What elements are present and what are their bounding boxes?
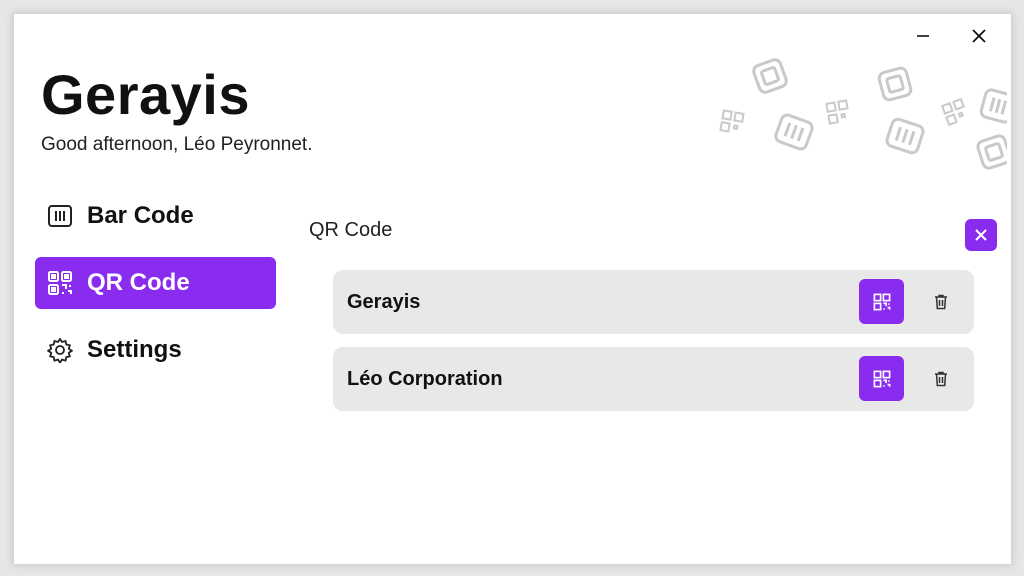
- close-icon: [972, 29, 986, 43]
- barcode-icon: [47, 203, 73, 229]
- sidebar-nav: Bar Code QR Code Settings: [35, 190, 276, 391]
- greeting-text: Good afternoon, Léo Peyronnet.: [41, 134, 313, 155]
- app-title: Gerayis: [41, 63, 250, 126]
- close-icon: [975, 229, 987, 241]
- close-window-button[interactable]: [959, 22, 999, 50]
- saved-qr-list: Gerayis Léo Corporation: [333, 270, 974, 424]
- sidebar-item-settings[interactable]: Settings: [35, 324, 276, 376]
- close-section-button[interactable]: [965, 219, 997, 251]
- list-item: Léo Corporation: [333, 347, 974, 411]
- sidebar-item-qr-code[interactable]: QR Code: [35, 257, 276, 309]
- delete-button[interactable]: [925, 363, 957, 395]
- minimize-icon: [917, 35, 929, 37]
- sidebar-item-bar-code[interactable]: Bar Code: [35, 190, 276, 242]
- window-controls: [903, 22, 999, 50]
- section-title: QR Code: [309, 219, 393, 241]
- app-window: Gerayis Good afternoon, Léo Peyronnet. B…: [13, 13, 1012, 565]
- list-item: Gerayis: [333, 270, 974, 334]
- sidebar-item-label: Bar Code: [87, 202, 194, 229]
- item-name: Gerayis: [347, 290, 421, 313]
- generate-qr-button[interactable]: [859, 356, 904, 401]
- qr-code-icon: [873, 293, 890, 310]
- gear-icon: [47, 337, 73, 363]
- sidebar-item-label: QR Code: [87, 269, 190, 296]
- sidebar-item-label: Settings: [87, 336, 182, 363]
- trash-icon: [935, 371, 947, 387]
- delete-button[interactable]: [925, 286, 957, 318]
- qr-code-icon: [47, 270, 73, 296]
- trash-icon: [935, 294, 947, 310]
- generate-qr-button[interactable]: [859, 279, 904, 324]
- decorative-icons: [719, 58, 1007, 170]
- qr-code-icon: [873, 370, 890, 387]
- item-name: Léo Corporation: [347, 367, 503, 390]
- minimize-button[interactable]: [903, 22, 943, 50]
